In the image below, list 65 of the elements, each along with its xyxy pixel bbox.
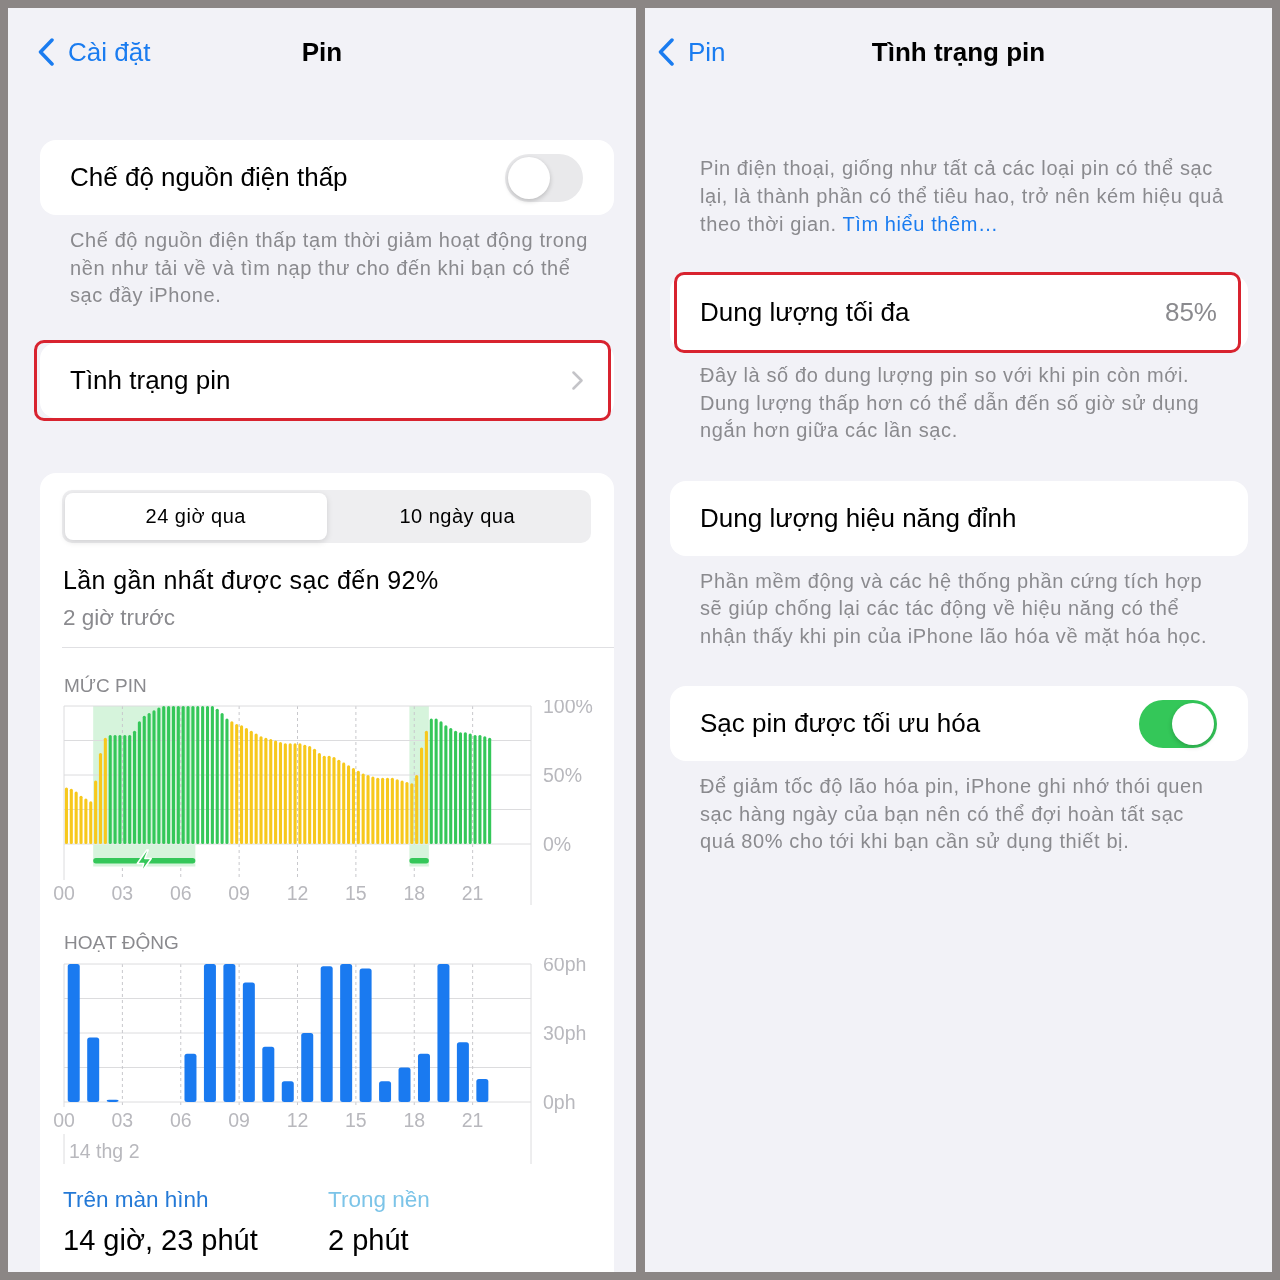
axis-label: 100% [543, 699, 593, 717]
axis-label: 50% [543, 763, 583, 786]
activity-bar [87, 1037, 100, 1102]
footer-text: Đây là số đo dung lượng pin so với khi pin còn mới. Dung lượng thấp hơn có thể dẫn đến số giờ sử dụng ngắn hơn giữa các lần sạc. [699, 363, 1201, 443]
activity-bar [379, 1080, 392, 1102]
axis-label: 12 [286, 881, 309, 904]
description-text: Pin điện thoại, giống như tất cả các loại pin có thể sạc lại, là thành phần có thể tiêu hao, trở nên kém hiệu quả theo thời gian. Tìm hiểu thêm… [700, 156, 1225, 237]
charge-status-text: Lần gần nhất được sạc đến 92% [63, 564, 440, 595]
footer-text: Phần mềm động và các hệ thống phần cứng tích hợp sẽ giúp chống lại các tác động về hiệu năng có thể nhận thấy khi pin của iPhone lão hóa về mặt hóa học. [699, 568, 1209, 649]
segment-tab[interactable]: 10 ngày qua [326, 492, 588, 540]
axis-label: 15 [345, 1108, 367, 1131]
activity-bar [106, 1099, 119, 1102]
back-chevron-icon [658, 38, 674, 66]
axis-label: 21 [461, 881, 484, 904]
axis-label: 0ph [543, 1090, 576, 1113]
nav-title: Tình trạng pin [871, 36, 1046, 68]
toggle-switch[interactable] [1139, 699, 1217, 748]
date-label: 14 thg 2 [69, 1139, 140, 1162]
axis-label: 15 [345, 881, 367, 904]
chevron-right-icon [572, 370, 583, 390]
axis-label: 00 [53, 1108, 75, 1131]
row-label: Sạc pin được tối ưu hóa [700, 707, 981, 740]
row-label: Dung lượng hiệu năng đỉnh [700, 501, 1017, 535]
activity-bar [456, 1041, 469, 1102]
activity-bar [418, 1053, 430, 1102]
axis-label: 30ph [543, 1021, 587, 1044]
row-label: Dung lượng tối đa [700, 296, 910, 329]
learn-more-link[interactable]: Tìm hiểu thêm… [842, 213, 999, 235]
legend-label: Trên màn hình [63, 1185, 209, 1214]
back-chevron-icon [38, 38, 54, 66]
axis-label: 00 [53, 881, 75, 904]
activity-bar [281, 1080, 294, 1102]
axis-label: 06 [169, 1108, 192, 1131]
toggle-switch[interactable] [505, 153, 583, 202]
axis-label: 09 [228, 881, 250, 904]
segment-tab[interactable]: 24 giờ qua [65, 492, 327, 540]
footer-text: Để giảm tốc độ lão hóa pin, iPhone ghi nhớ thói quen sạc hàng ngày của bạn nên có thể đợi hoàn tất sạc quá 80% cho tới khi bạn cần sử dụng thiết bị. [699, 774, 1205, 854]
stat-value: 14 giờ, 23 phút [63, 1222, 258, 1257]
back-button[interactable]: Cài đặt [38, 32, 151, 72]
row-value: 85% [1164, 296, 1217, 329]
axis-label: 18 [403, 1108, 426, 1131]
axis-label: 21 [461, 1108, 484, 1131]
activity-bar [398, 1067, 411, 1102]
axis-label: 18 [403, 881, 426, 904]
nav-title: Pin [301, 36, 343, 68]
row-label: Chế độ nguồn điện thấp [70, 161, 348, 194]
axis-label: 09 [228, 1108, 250, 1131]
axis-label: 0% [543, 832, 572, 855]
activity-bar [184, 1053, 197, 1102]
activity-bar [476, 1078, 489, 1102]
legend-label: Trong nền [328, 1185, 430, 1214]
settings-row[interactable]: Tình trạng pin [40, 342, 614, 418]
activity-bar [262, 1046, 275, 1102]
activity-bar [301, 1032, 314, 1102]
timestamp-text: 2 giờ trước [63, 603, 177, 632]
axis-label: 06 [169, 881, 192, 904]
back-button[interactable]: Pin [658, 32, 726, 72]
axis-label: 12 [286, 1108, 309, 1131]
charging-indicator [409, 844, 429, 866]
axis-label: 03 [111, 1108, 134, 1131]
axis-label: 03 [111, 881, 134, 904]
footer-text: Chế độ nguồn điện thấp tạm thời giảm hoạt động trong nền như tải về và tìm nạp thư cho đến khi bạn có thể sạc đầy iPhone. [69, 228, 589, 308]
chart-heading: MỨC PIN [64, 673, 148, 698]
stat-value: 2 phút [328, 1222, 409, 1257]
chart-heading: HOẠT ĐỘNG [64, 930, 180, 955]
